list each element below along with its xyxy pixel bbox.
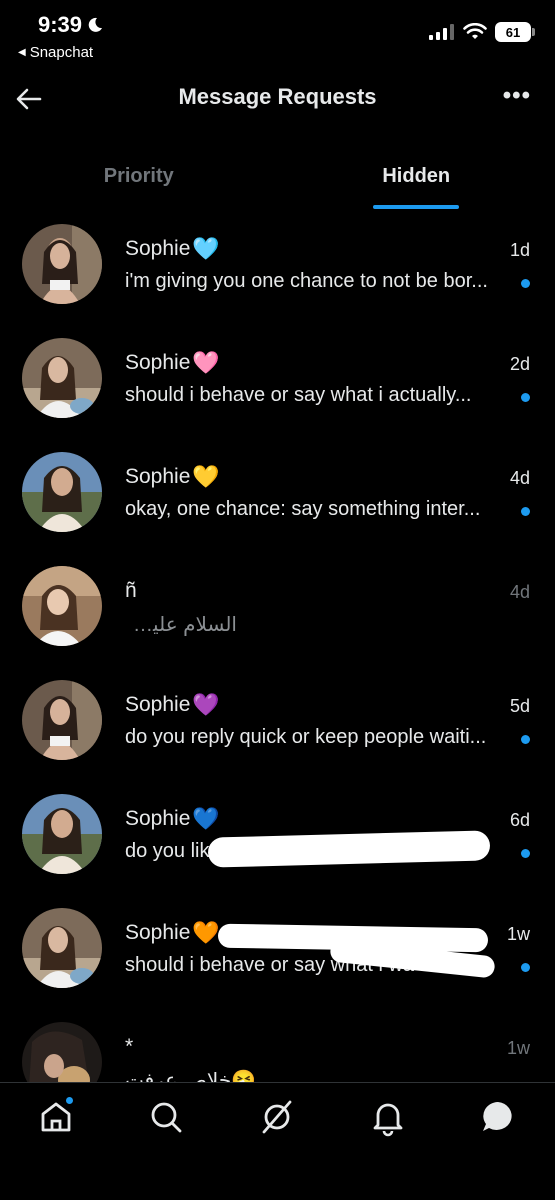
unread-dot — [521, 963, 530, 972]
sender-name: ñ — [125, 579, 137, 602]
sender-name: Sophie 💙 — [125, 806, 220, 831]
avatar — [22, 680, 102, 760]
message-preview: i'm giving you one chance to not be bor.… — [125, 270, 488, 292]
list-item[interactable]: ñ 4d السلام عليكم. — [0, 554, 555, 668]
heart-emoji: 🩷 — [192, 350, 220, 375]
list-item[interactable]: Sophie 🩵 1d i'm giving you one chance to … — [0, 212, 555, 326]
timestamp: 6d — [509, 810, 530, 830]
avatar — [22, 1022, 102, 1082]
message-preview: السلام عليكم. — [125, 614, 237, 636]
message-preview: do you reply quick or keep people waiti.… — [125, 726, 487, 748]
timestamp: 4d — [509, 582, 530, 602]
cellular-signal-icon — [429, 24, 454, 40]
unread-dot — [521, 507, 530, 516]
nav-grok[interactable] — [257, 1097, 297, 1137]
sender-name: Sophie 🩵 — [125, 236, 220, 261]
avatar — [22, 794, 102, 874]
list-item[interactable]: Sophie 💜 5d do you reply quick or keep pe… — [0, 668, 555, 782]
timestamp: 1w — [506, 1038, 530, 1058]
bottom-navigation — [0, 1082, 555, 1200]
timestamp: 5d — [509, 696, 530, 716]
list-item[interactable]: Sophie 💙 6d do you lik — [0, 782, 555, 896]
tab-priority[interactable]: Priority — [0, 150, 278, 212]
list-item[interactable]: Sophie 💛 4d okay, one chance: say somethi… — [0, 440, 555, 554]
sender-name: Sophie 🩷 — [125, 350, 220, 375]
status-time: 9:39 — [38, 12, 104, 38]
nav-search[interactable] — [146, 1097, 186, 1137]
battery-indicator: 61 — [495, 22, 535, 42]
message-preview: 🤧خلاص عرفت — [125, 1070, 257, 1082]
nav-messages[interactable] — [478, 1097, 518, 1137]
tab-bar: Priority Hidden — [0, 150, 555, 212]
bell-icon — [373, 1103, 403, 1137]
tab-hidden[interactable]: Hidden — [278, 150, 555, 212]
active-tab-indicator — [373, 205, 460, 209]
sender-name: Sophie 💛 — [125, 464, 220, 489]
messages-icon — [483, 1102, 512, 1131]
timestamp: 4d — [509, 468, 530, 488]
avatar — [22, 566, 102, 646]
moon-icon — [88, 17, 103, 32]
avatar — [22, 452, 102, 532]
heart-emoji: 💜 — [192, 692, 220, 717]
wifi-icon — [463, 23, 487, 39]
unread-dot — [521, 735, 530, 744]
sender-name: Sophie 💜 — [125, 692, 220, 717]
heart-emoji: 🧡 — [192, 920, 220, 945]
system-icons: 61 — [429, 22, 535, 42]
timestamp: 1d — [509, 240, 530, 260]
status-bar: 9:39 ◀ Snapchat 61 — [0, 0, 555, 70]
back-to-app-link[interactable]: ◀ Snapchat — [18, 44, 93, 61]
timestamp: 1w — [506, 924, 530, 944]
back-triangle-icon: ◀ — [18, 47, 26, 58]
more-options-button[interactable]: ••• — [503, 82, 531, 110]
message-request-list: Sophie 🩵 1d i'm giving you one chance to … — [0, 212, 555, 1082]
sender-name: Sophie 🧡 — [125, 920, 220, 945]
message-preview: should i behave or say what i actually..… — [125, 384, 472, 406]
nav-notifications[interactable] — [368, 1097, 408, 1137]
list-item[interactable]: * 1w 🤧خلاص عرفت — [0, 1010, 555, 1082]
search-icon — [151, 1102, 182, 1133]
avatar — [22, 224, 102, 304]
timestamp: 2d — [509, 354, 530, 374]
header: Message Requests ••• — [0, 72, 555, 128]
unread-dot — [521, 849, 530, 858]
message-preview: okay, one chance: say something inter... — [125, 498, 481, 520]
list-item[interactable]: Sophie 🧡 1w should i behave or say what i… — [0, 896, 555, 1010]
heart-emoji: 🩵 — [192, 236, 220, 261]
heart-emoji: 💙 — [192, 806, 220, 831]
page-title: Message Requests — [178, 84, 377, 109]
unread-dot — [521, 279, 530, 288]
avatar — [22, 338, 102, 418]
sender-name: * — [125, 1035, 134, 1058]
avatar — [22, 908, 102, 988]
list-item[interactable]: Sophie 🩷 2d should i behave or say what i… — [0, 326, 555, 440]
heart-emoji: 💛 — [192, 464, 220, 489]
notification-badge — [65, 1096, 74, 1105]
grok-icon — [262, 1100, 292, 1134]
unread-dot — [521, 393, 530, 402]
nav-home[interactable] — [36, 1096, 76, 1137]
